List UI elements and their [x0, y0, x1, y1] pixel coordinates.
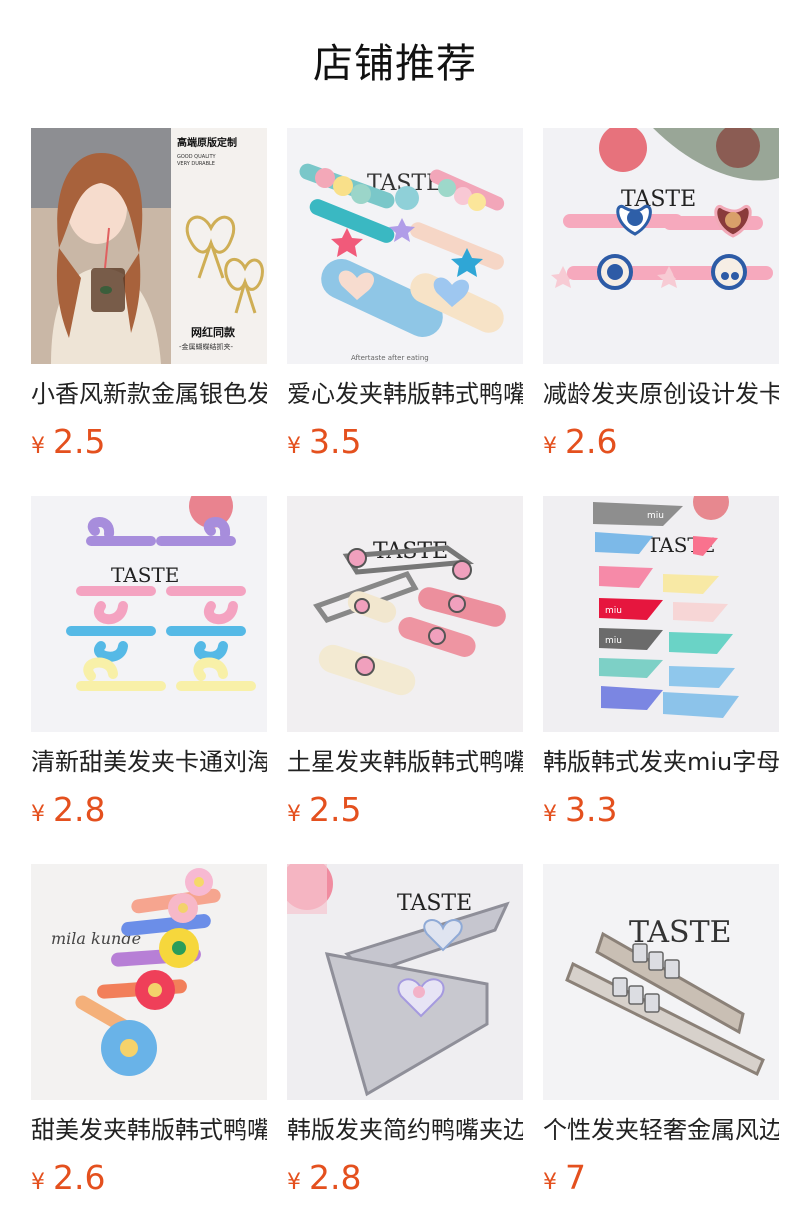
currency-symbol: ¥	[543, 1170, 557, 1195]
product-card[interactable]: TASTE 土星发夹韩版韩式鸭嘴夹 ¥ 2.5	[287, 496, 523, 830]
image-text: -金属蝴蝶结抓夹-	[179, 342, 234, 351]
currency-symbol: ¥	[287, 434, 301, 459]
product-price: ¥ 7	[543, 1158, 779, 1198]
product-card[interactable]: TASTE 减龄发夹原创设计发卡 ¥ 2.6	[543, 128, 779, 462]
product-name[interactable]: 减龄发夹原创设计发卡	[543, 378, 779, 410]
product-card[interactable]: TASTE Aftertaste after eating 爱心发夹韩版韩式鸭嘴…	[287, 128, 523, 462]
product-image[interactable]: 高端原版定制 GOOD QUALITY VERY DURABLE 网红同款 -金…	[31, 128, 267, 364]
brand-text: TASTE	[397, 891, 472, 916]
currency-symbol: ¥	[31, 1170, 45, 1195]
product-name[interactable]: 韩版发夹简约鸭嘴夹边夹	[287, 1114, 523, 1146]
price-value: 7	[565, 1158, 586, 1197]
image-caption: Aftertaste after eating	[351, 354, 429, 362]
product-card[interactable]: TASTE 个性发夹轻奢金属风边夹 ¥ 7	[543, 864, 779, 1198]
clip-text: miu	[605, 636, 622, 646]
product-name[interactable]: 甜美发夹韩版韩式鸭嘴夹	[31, 1114, 267, 1146]
product-name[interactable]: 韩版韩式发夹miu字母夹	[543, 746, 779, 778]
product-name[interactable]: 清新甜美发夹卡通刘海夹	[31, 746, 267, 778]
price-value: 3.5	[309, 422, 362, 461]
product-price: ¥ 2.6	[543, 422, 779, 462]
currency-symbol: ¥	[31, 802, 45, 827]
product-name[interactable]: 个性发夹轻奢金属风边夹	[543, 1114, 779, 1146]
product-card[interactable]: TASTE 清新甜美发夹卡通刘海夹 ¥ 2.8	[31, 496, 267, 830]
brand-text: TASTE	[621, 187, 696, 212]
image-text: 网红同款	[191, 325, 236, 339]
product-price: ¥ 2.5	[287, 790, 523, 830]
price-value: 2.8	[309, 1158, 362, 1197]
product-price: ¥ 2.5	[31, 422, 267, 462]
image-text: GOOD QUALITY	[177, 154, 217, 160]
product-image[interactable]: mila kunde	[31, 864, 267, 1100]
clip-text: miu	[605, 606, 622, 616]
clip-text: miu	[647, 511, 664, 521]
price-value: 2.5	[309, 790, 362, 829]
price-value: 2.6	[565, 422, 618, 461]
price-value: 2.8	[53, 790, 106, 829]
product-image[interactable]: TASTE	[31, 496, 267, 732]
currency-symbol: ¥	[543, 434, 557, 459]
product-card[interactable]: TASTE 韩版发夹简约鸭嘴夹边夹 ¥ 2.8	[287, 864, 523, 1198]
price-value: 3.3	[565, 790, 618, 829]
product-card[interactable]: TASTE miu miu miu 韩版韩式发夹miu字母夹 ¥ 3.3	[543, 496, 779, 830]
product-name[interactable]: 小香风新款金属银色发夹	[31, 378, 267, 410]
product-price: ¥ 2.8	[31, 790, 267, 830]
page-title: 店铺推荐	[313, 41, 477, 87]
currency-symbol: ¥	[31, 434, 45, 459]
page-header: 店铺推荐	[0, 0, 790, 120]
image-text: VERY DURABLE	[177, 161, 215, 167]
product-image[interactable]: TASTE Aftertaste after eating	[287, 128, 523, 364]
product-price: ¥ 3.3	[543, 790, 779, 830]
product-image[interactable]: TASTE	[543, 128, 779, 364]
product-price: ¥ 2.8	[287, 1158, 523, 1198]
product-price: ¥ 2.6	[31, 1158, 267, 1198]
currency-symbol: ¥	[543, 802, 557, 827]
product-image[interactable]: TASTE miu miu miu	[543, 496, 779, 732]
price-value: 2.5	[53, 422, 106, 461]
product-name[interactable]: 土星发夹韩版韩式鸭嘴夹	[287, 746, 523, 778]
currency-symbol: ¥	[287, 1170, 301, 1195]
price-value: 2.6	[53, 1158, 106, 1197]
product-name[interactable]: 爱心发夹韩版韩式鸭嘴夹	[287, 378, 523, 410]
currency-symbol: ¥	[287, 802, 301, 827]
product-image[interactable]: TASTE	[287, 496, 523, 732]
product-image[interactable]: TASTE	[287, 864, 523, 1100]
image-text: 高端原版定制	[177, 136, 237, 149]
product-card[interactable]: mila kunde 甜美发夹韩版韩式鸭嘴夹 ¥ 2.6	[31, 864, 267, 1198]
product-image[interactable]: TASTE	[543, 864, 779, 1100]
brand-text: TASTE	[111, 563, 179, 587]
product-price: ¥ 3.5	[287, 422, 523, 462]
product-card[interactable]: 高端原版定制 GOOD QUALITY VERY DURABLE 网红同款 -金…	[31, 128, 267, 462]
